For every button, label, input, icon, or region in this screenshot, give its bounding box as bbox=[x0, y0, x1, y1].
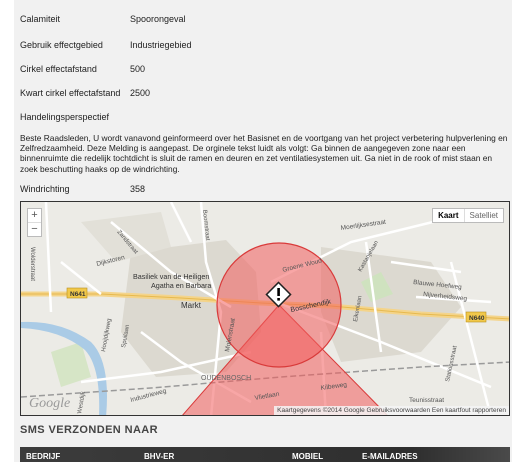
detail-value: 358 bbox=[130, 184, 146, 194]
detail-label: Handelingsperspectief bbox=[20, 112, 110, 122]
column-header-bedrijf[interactable]: BEDRIJF bbox=[26, 452, 60, 461]
effect-map[interactable]: N641 N640 Moerlijksestraat Wolderstraat … bbox=[20, 201, 510, 416]
detail-label: Cirkel effectafstand bbox=[20, 64, 97, 74]
google-logo[interactable]: Google bbox=[29, 396, 70, 412]
map-label: N640 bbox=[469, 315, 485, 322]
map-label: Teunisstraat bbox=[409, 397, 444, 404]
sms-heading: SMS VERZONDEN NAAR bbox=[20, 424, 158, 436]
detail-value: 500 bbox=[130, 64, 146, 74]
map-type-satelliet-button[interactable]: Satelliet bbox=[465, 209, 503, 222]
detail-label: Gebruik effectgebied bbox=[20, 40, 103, 50]
detail-value: Spoorongeval bbox=[130, 14, 186, 24]
instruction-text: Beste Raadsleden, U wordt vanavond geinf… bbox=[20, 133, 508, 174]
zoom-out-button[interactable]: − bbox=[28, 222, 41, 236]
column-header-mobiel[interactable]: MOBIEL bbox=[292, 452, 323, 461]
map-type-kaart-button[interactable]: Kaart bbox=[433, 209, 465, 222]
detail-value: Industriegebied bbox=[130, 40, 192, 50]
zoom-in-button[interactable]: + bbox=[28, 209, 41, 222]
map-label: Basiliek van de Heiligen bbox=[133, 272, 209, 281]
detail-value: 2500 bbox=[130, 88, 151, 98]
zoom-control: + − bbox=[27, 208, 42, 237]
map-label: OUDENBOSCH bbox=[201, 375, 251, 382]
map-label: Markt bbox=[181, 301, 202, 310]
incident-panel: Calamiteit Spoorongeval Gebruik effectge… bbox=[14, 0, 512, 462]
column-header-e-mailadres[interactable]: E-MAILADRES bbox=[362, 452, 418, 461]
map-canvas[interactable]: N641 N640 Moerlijksestraat Wolderstraat … bbox=[21, 202, 510, 416]
column-header-bhv-er[interactable]: BHV-ER bbox=[144, 452, 174, 461]
map-label: Agatha en Barbara bbox=[151, 281, 211, 290]
sms-table-header: BEDRIJF BHV-ER MOBIEL E-MAILADRES bbox=[20, 447, 510, 462]
map-label: Wolderstraat bbox=[29, 247, 35, 281]
map-type-control: Kaart Satelliet bbox=[432, 208, 504, 223]
detail-label: Kwart cirkel effectafstand bbox=[20, 88, 121, 98]
map-label: N641 bbox=[70, 291, 86, 298]
detail-label: Windrichting bbox=[20, 184, 70, 194]
map-attribution[interactable]: Kaartgegevens ©2014 Google Gebruiksvoorw… bbox=[274, 406, 509, 415]
detail-label: Calamiteit bbox=[20, 14, 61, 24]
